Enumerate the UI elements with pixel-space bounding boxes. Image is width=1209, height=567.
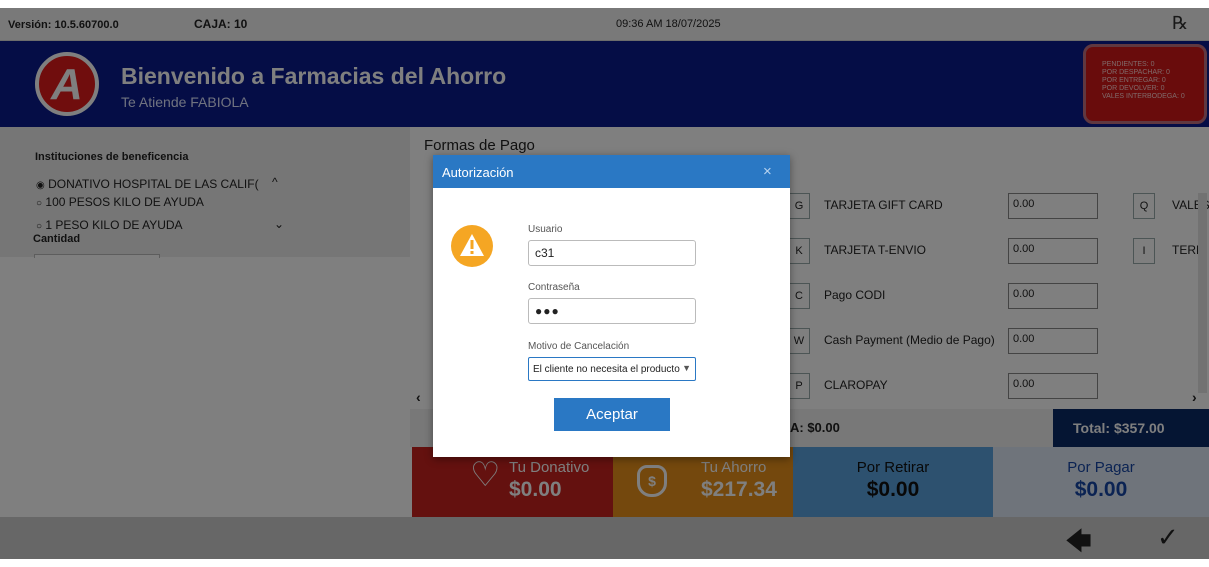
user-label: Usuario: [528, 224, 563, 235]
user-input[interactable]: c31: [528, 240, 696, 266]
authorization-dialog: Autorización × Usuario c31 Contraseña ●●…: [433, 155, 790, 457]
password-input[interactable]: ●●●: [528, 298, 696, 324]
password-label: Contraseña: [528, 282, 580, 293]
reason-select[interactable]: El cliente no necesita el producto ▼: [528, 357, 696, 381]
dropdown-arrow-icon: ▼: [682, 363, 691, 373]
warning-icon: [451, 225, 493, 267]
dialog-header: Autorización ×: [433, 155, 790, 188]
close-icon[interactable]: ×: [763, 163, 772, 180]
accept-button[interactable]: Aceptar: [554, 398, 670, 431]
reason-label: Motivo de Cancelación: [528, 341, 630, 352]
dialog-title: Autorización: [442, 165, 514, 180]
reason-selected-value: El cliente no necesita el producto: [533, 364, 680, 375]
